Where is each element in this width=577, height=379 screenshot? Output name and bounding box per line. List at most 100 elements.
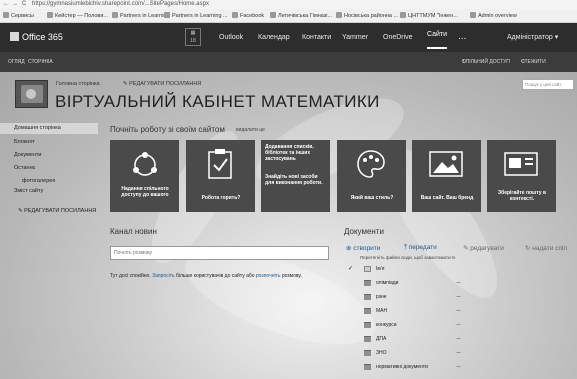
- documents-header-row: ✓ Ім'я: [346, 263, 571, 276]
- back-icon[interactable]: ←: [3, 0, 9, 9]
- bookmark-item[interactable]: Сервисы: [3, 9, 34, 22]
- folder-icon: [364, 350, 371, 356]
- tile-working-on-deadline[interactable]: Робота горить?: [186, 140, 255, 212]
- bookmark-item[interactable]: Partners in Learning ...: [164, 9, 228, 22]
- suite-bar: Office 365 ▦ 18 Outlook Календар Контакти…: [0, 23, 577, 52]
- nav-calendar[interactable]: Календар: [258, 23, 290, 52]
- nav-contacts[interactable]: Контакти: [302, 23, 331, 52]
- folder-icon: [364, 322, 371, 328]
- nav-onedrive[interactable]: OneDrive: [383, 23, 413, 52]
- tab-browse[interactable]: ОГЛЯД: [8, 52, 25, 72]
- list-item[interactable]: конкурси...: [346, 319, 571, 332]
- list-item[interactable]: нормативні документи...: [346, 361, 571, 374]
- bookmark-item[interactable]: Летичівська Гімназі...: [270, 9, 332, 22]
- documents-title: Документи: [344, 227, 384, 236]
- tile-mail[interactable]: Зберігайте пошту в контексті.: [487, 140, 556, 212]
- remove-getting-started-link[interactable]: видалити це: [236, 127, 265, 133]
- forward-icon[interactable]: →: [12, 0, 18, 9]
- list-item[interactable]: МАН...: [346, 305, 571, 318]
- nav-outlook[interactable]: Outlook: [219, 23, 243, 52]
- bookmark-item[interactable]: Partners in Learning: [112, 9, 170, 22]
- page-icon: [47, 12, 53, 18]
- list-item[interactable]: ЗНО...: [346, 347, 571, 360]
- start-link[interactable]: розпочніть: [256, 273, 281, 279]
- bookmark-item[interactable]: Admin overview: [470, 9, 517, 22]
- page-icon: [470, 12, 476, 18]
- tile-share[interactable]: Надання спільного доступу до вашого: [110, 140, 179, 212]
- search-input[interactable]: Пошук у цей сайт: [522, 79, 574, 90]
- newsfeed-empty-message: Тут досі спокійно. Запросіть більше кори…: [110, 273, 302, 279]
- getting-started-title: Почніть роботу зі своїм сайтом: [110, 125, 225, 134]
- site-logo[interactable]: [15, 80, 48, 108]
- leftnav-edit-links[interactable]: ✎ РЕДАГУВАТИ ПОСИЛАННЯ: [18, 208, 96, 214]
- share-icon: [133, 152, 157, 176]
- bookmarks-bar: Сервисы Кейстер — Полови... Partners in …: [0, 9, 577, 23]
- reload-icon[interactable]: C: [22, 0, 26, 9]
- more-icon[interactable]: ...: [456, 306, 461, 313]
- drop-hint: Перетягніть файли сюди, щоб завантажити …: [360, 255, 456, 260]
- mail-icon: [504, 152, 538, 176]
- bookmark-item[interactable]: ЦНТТМУМ "Інжен...: [400, 9, 458, 22]
- leftnav-home[interactable]: Домашня сторінка: [14, 125, 61, 131]
- check-icon[interactable]: ✓: [348, 265, 353, 272]
- list-item[interactable]: рзне...: [346, 291, 571, 304]
- user-menu[interactable]: Адміністратор ▾: [507, 23, 558, 52]
- palette-icon: [357, 150, 385, 178]
- bookmark-item[interactable]: Facebook: [232, 9, 264, 22]
- clipboard-check-icon: [208, 149, 232, 179]
- bookmark-item[interactable]: Носівська районна ...: [336, 9, 398, 22]
- page-icon: [336, 12, 342, 18]
- picture-icon: [429, 151, 463, 177]
- edit-button[interactable]: ✎ редагувати: [463, 244, 504, 252]
- start-conversation-input[interactable]: Почніть розмову: [110, 246, 329, 260]
- new-document-button[interactable]: ⊕ створити: [346, 244, 380, 252]
- nav-sites[interactable]: Сайти: [427, 23, 448, 49]
- invite-link[interactable]: Запросіть: [152, 273, 175, 279]
- list-item[interactable]: олімпіади...: [346, 277, 571, 290]
- page-icon: [270, 12, 276, 18]
- more-icon[interactable]: ...: [456, 348, 461, 355]
- tile-add-lists[interactable]: Додавання списків, бібліотек та інших за…: [261, 140, 330, 212]
- edit-links-top[interactable]: ✎ РЕДАГУВАТИ ПОСИЛАННЯ: [123, 81, 201, 87]
- address-bar[interactable]: ← → C https://gymnasiumlebichiv.sharepoi…: [0, 0, 577, 9]
- leftnav-recent[interactable]: Останнє: [14, 165, 35, 171]
- tab-page[interactable]: СТОРІНКА: [28, 52, 53, 72]
- file-type-icon: [364, 266, 371, 272]
- tile-style[interactable]: Який ваш стиль?: [337, 140, 406, 212]
- newsfeed-title: Канал новин: [110, 227, 157, 236]
- upload-button[interactable]: ⤒ передати: [404, 244, 437, 252]
- more-icon[interactable]: ...: [456, 320, 461, 327]
- more-icon[interactable]: ...: [456, 334, 461, 341]
- tile-brand[interactable]: Ваш сайт. Ваш бренд: [412, 140, 481, 212]
- url-text[interactable]: https://gymnasiumlebichiv.sharepoint.com…: [32, 0, 209, 9]
- folder-icon: [364, 308, 371, 314]
- leftnav-documents[interactable]: Документи: [14, 152, 41, 158]
- leftnav-notebook[interactable]: Блокнот: [14, 139, 35, 145]
- page-icon: [112, 12, 118, 18]
- folder-icon: [364, 294, 371, 300]
- page-icon: [400, 12, 406, 18]
- apps-icon: [3, 12, 9, 18]
- page-title: ВІРТУАЛЬНИЙ КАБІНЕТ МАТЕМАТИКИ: [55, 92, 380, 111]
- leftnav-gallery[interactable]: фотогалерея: [22, 178, 55, 184]
- nav-more[interactable]: ...: [458, 23, 466, 50]
- more-icon[interactable]: ...: [456, 292, 461, 299]
- ribbon: ОГЛЯД СТОРІНКА ↻ СПІЛЬНИЙ ДОСТУП ☆ СТЕЖИ…: [0, 52, 577, 72]
- leftnav-site-contents[interactable]: Зміст сайту: [14, 188, 43, 194]
- column-name-header[interactable]: Ім'я: [376, 266, 385, 272]
- nav-yammer[interactable]: Yammer: [342, 23, 368, 52]
- more-icon[interactable]: ...: [456, 362, 461, 369]
- folder-icon: [364, 364, 371, 370]
- folder-icon: [364, 336, 371, 342]
- facebook-icon: [232, 12, 238, 18]
- folder-icon: [364, 280, 371, 286]
- office365-logo[interactable]: Office 365: [10, 23, 63, 52]
- app-launcher-icon[interactable]: ▦ 18: [185, 28, 201, 46]
- list-item[interactable]: ДПА...: [346, 333, 571, 346]
- bookmark-item[interactable]: Кейстер — Полови...: [47, 9, 108, 22]
- share-doc-button[interactable]: ↻ надати спіл: [525, 244, 567, 252]
- more-icon[interactable]: ...: [456, 278, 461, 285]
- office-icon: [10, 32, 19, 41]
- breadcrumb[interactable]: Головна сторінка: [56, 81, 100, 87]
- page-icon: [164, 12, 170, 18]
